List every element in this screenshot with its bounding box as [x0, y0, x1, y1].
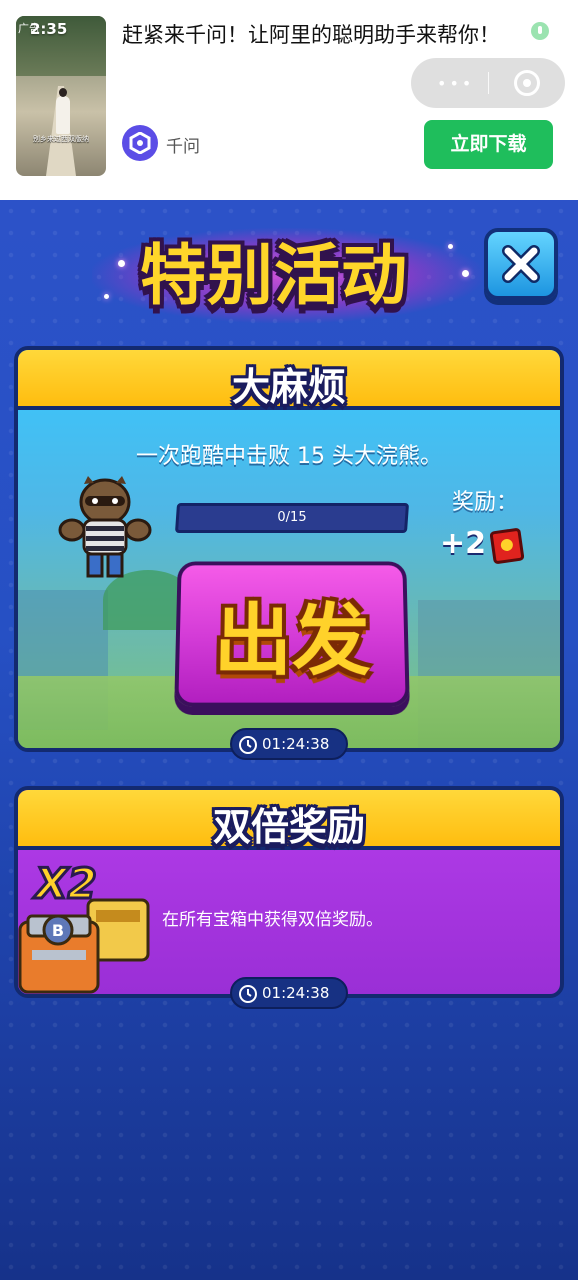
capsule-close-icon[interactable]	[514, 70, 540, 96]
timer-text: 01:24:38	[262, 735, 330, 753]
event-card-big-trouble: 大麻烦 一次跑酷中击败 15 头大浣熊。 0/15 奖励： +2 出发	[14, 346, 564, 752]
download-button[interactable]: 立即下载	[424, 120, 553, 169]
raccoon-icon	[58, 476, 152, 578]
reward-label: 奖励：	[452, 490, 519, 515]
ad-brand-name: 千问	[166, 137, 200, 157]
red-envelope-icon	[490, 528, 524, 564]
card-title: 双倍奖励	[212, 805, 365, 849]
go-label: 出发	[213, 596, 371, 685]
card-header: 双倍奖励	[18, 790, 560, 850]
progress-text: 0/15	[277, 510, 307, 525]
sparkle	[118, 260, 125, 267]
ad-video-timer: 2:35	[30, 20, 68, 38]
go-button[interactable]: 出发	[174, 561, 410, 707]
page-title: 特别活动	[140, 237, 408, 314]
ad-thumbnail[interactable]: 广告 2:35 别乡来过西双版纳	[16, 16, 106, 176]
special-events-screen: 特别活动 大麻烦 一次跑酷中击败 15 头大浣熊。 0/15 奖励： +2 出发…	[0, 200, 578, 1280]
sparkle	[104, 294, 109, 299]
close-icon	[502, 245, 540, 283]
more-icon[interactable]: •••	[437, 74, 474, 93]
task-description: 一次跑酷中击败 15 头大浣熊。	[136, 444, 442, 469]
clock-icon	[239, 985, 257, 1003]
thumbnail-person	[56, 88, 70, 134]
double-reward-description: 在所有宝箱中获得双倍奖励。	[162, 910, 383, 930]
microphone-icon	[531, 22, 549, 40]
sparkle	[462, 270, 469, 277]
event-timer: 01:24:38	[230, 728, 348, 760]
capsule-divider	[488, 72, 489, 94]
treasure-chest-icon: B X2	[18, 858, 150, 994]
ad-thumbnail-caption: 别乡来过西双版纳	[33, 135, 89, 143]
mini-program-capsule: •••	[411, 58, 565, 108]
svg-text:X2: X2	[32, 859, 97, 908]
svg-text:B: B	[52, 921, 64, 940]
qianwen-logo-icon	[122, 125, 158, 161]
progress-bar: 0/15	[174, 503, 410, 533]
timer-text: 01:24:38	[262, 984, 330, 1002]
sparkle	[448, 244, 453, 249]
event-card-double-reward: 双倍奖励 B X2 在所有宝箱中获得双倍奖励。	[14, 786, 564, 998]
card-header: 大麻烦	[18, 350, 560, 410]
card-title: 大麻烦	[231, 365, 346, 409]
ad-banner[interactable]: 广告 2:35 别乡来过西双版纳 赶紧来千问！让阿里的聪明助手来帮你！ ••• …	[0, 0, 578, 200]
ad-title[interactable]: 赶紧来千问！让阿里的聪明助手来帮你！	[122, 18, 542, 53]
double-reward-timer: 01:24:38	[230, 977, 348, 1009]
clock-icon	[239, 736, 257, 754]
reward-value: +2	[440, 526, 487, 561]
close-button[interactable]	[484, 228, 558, 300]
